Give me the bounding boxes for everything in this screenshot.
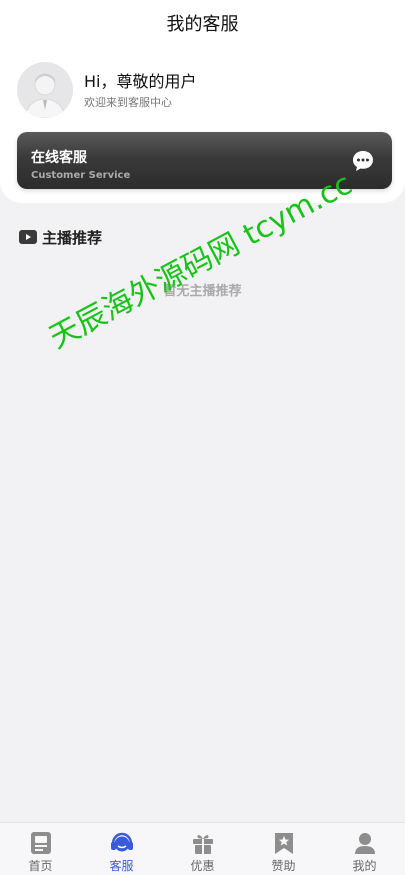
gift-icon <box>192 835 213 854</box>
play-icon <box>19 230 37 244</box>
tab-mine[interactable]: 我的 <box>324 823 405 875</box>
home-doc-icon <box>30 832 51 854</box>
service-title: 在线客服 <box>31 150 87 166</box>
bottom-tab-bar: 首页 客服 优惠 赞助 我的 <box>0 822 405 875</box>
page-header: 我的客服 <box>0 0 405 50</box>
tab-service[interactable]: 客服 <box>81 823 162 875</box>
tab-offers[interactable]: 优惠 <box>162 823 243 875</box>
service-subtitle: Customer Service <box>31 170 131 181</box>
chat-bubble-icon[interactable] <box>351 149 375 173</box>
anchor-recommend-header: 主播推荐 <box>19 226 102 248</box>
page-title: 我的客服 <box>166 14 239 35</box>
tab-home[interactable]: 首页 <box>0 823 81 875</box>
welcome-text: 欢迎来到客服中心 <box>84 96 172 109</box>
watermark-text: 天辰海外源码网 tcym.cc <box>43 166 359 356</box>
bookmark-star-icon <box>274 833 293 854</box>
tab-mine-label: 我的 <box>352 859 377 873</box>
headset-icon <box>110 832 133 852</box>
section-title: 主播推荐 <box>42 228 103 247</box>
user-icon <box>354 833 375 854</box>
default-avatar-icon <box>17 62 73 118</box>
avatar[interactable] <box>17 62 73 118</box>
tab-sponsor[interactable]: 赞助 <box>243 823 324 875</box>
greeting-text: Hi，尊敬的用户 <box>84 72 197 91</box>
tab-sponsor-label: 赞助 <box>271 859 296 873</box>
tab-service-label: 客服 <box>109 859 134 873</box>
tab-home-label: 首页 <box>28 859 53 873</box>
tab-offers-label: 优惠 <box>190 859 215 873</box>
empty-state-text: 暂无主播推荐 <box>163 284 242 299</box>
